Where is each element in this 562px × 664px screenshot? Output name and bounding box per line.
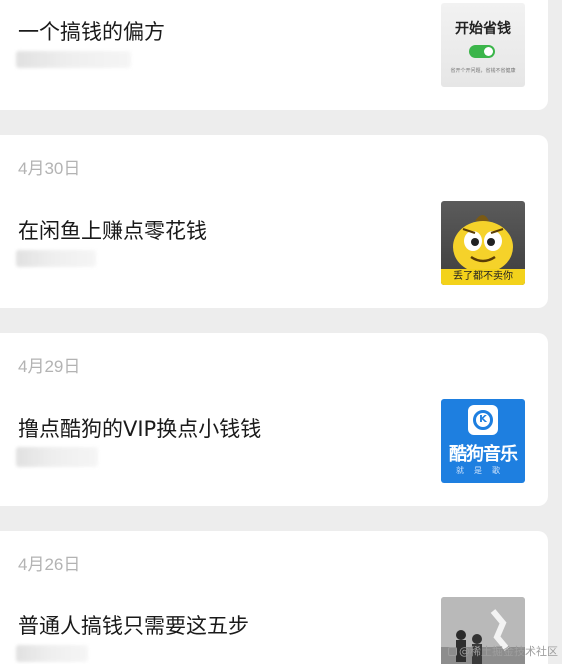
toggle-switch-icon — [469, 45, 495, 58]
blurred-read-count — [16, 51, 131, 68]
article-date: 4月30日 — [18, 159, 81, 178]
thumbnail-caption: 省开个开问题，省钱不省健康 — [450, 68, 516, 74]
article-card[interactable]: 一个搞钱的偏方 开始省钱 省开个开问题，省钱不省健康 — [0, 0, 548, 110]
watermark-text: @稀土掘金技术社区 — [459, 645, 558, 658]
article-feed: 一个搞钱的偏方 开始省钱 省开个开问题，省钱不省健康 4月30日 在闲鱼上赚点零… — [0, 0, 562, 664]
article-title[interactable]: 普通人搞钱只需要这五步 — [18, 610, 249, 640]
article-title[interactable]: 一个搞钱的偏方 — [18, 16, 165, 46]
blurred-read-count — [16, 645, 88, 662]
article-thumbnail[interactable]: K 酷狗音乐 就是歌 — [441, 399, 525, 483]
blurred-read-count — [16, 447, 98, 467]
article-date: 4月26日 — [18, 555, 81, 574]
cartoon-character-icon — [453, 215, 513, 273]
logo-letter: K — [473, 410, 493, 430]
watermark: @稀土掘金技术社区 — [448, 643, 558, 659]
thumbnail-banner: 丢了都不卖你 — [441, 269, 525, 285]
article-date: 4月29日 — [18, 357, 81, 376]
article-card[interactable]: 4月29日 撸点酷狗的VIP换点小钱钱 K 酷狗音乐 就是歌 — [0, 333, 548, 506]
juejin-logo-icon — [448, 647, 457, 656]
article-card[interactable]: 4月30日 在闲鱼上赚点零花钱 丢了都不卖你 — [0, 135, 548, 308]
article-title[interactable]: 撸点酷狗的VIP换点小钱钱 — [18, 413, 261, 443]
article-title[interactable]: 在闲鱼上赚点零花钱 — [18, 215, 207, 245]
article-thumbnail[interactable]: 开始省钱 省开个开问题，省钱不省健康 — [441, 3, 525, 87]
blurred-read-count — [16, 250, 96, 267]
kugou-logo-icon: K — [468, 405, 498, 435]
thumbnail-tagline: 就是歌 — [456, 466, 510, 475]
thumbnail-brand-name: 酷狗音乐 — [449, 444, 518, 465]
thumbnail-headline: 开始省钱 — [455, 21, 511, 37]
article-thumbnail[interactable]: 丢了都不卖你 — [441, 201, 525, 285]
